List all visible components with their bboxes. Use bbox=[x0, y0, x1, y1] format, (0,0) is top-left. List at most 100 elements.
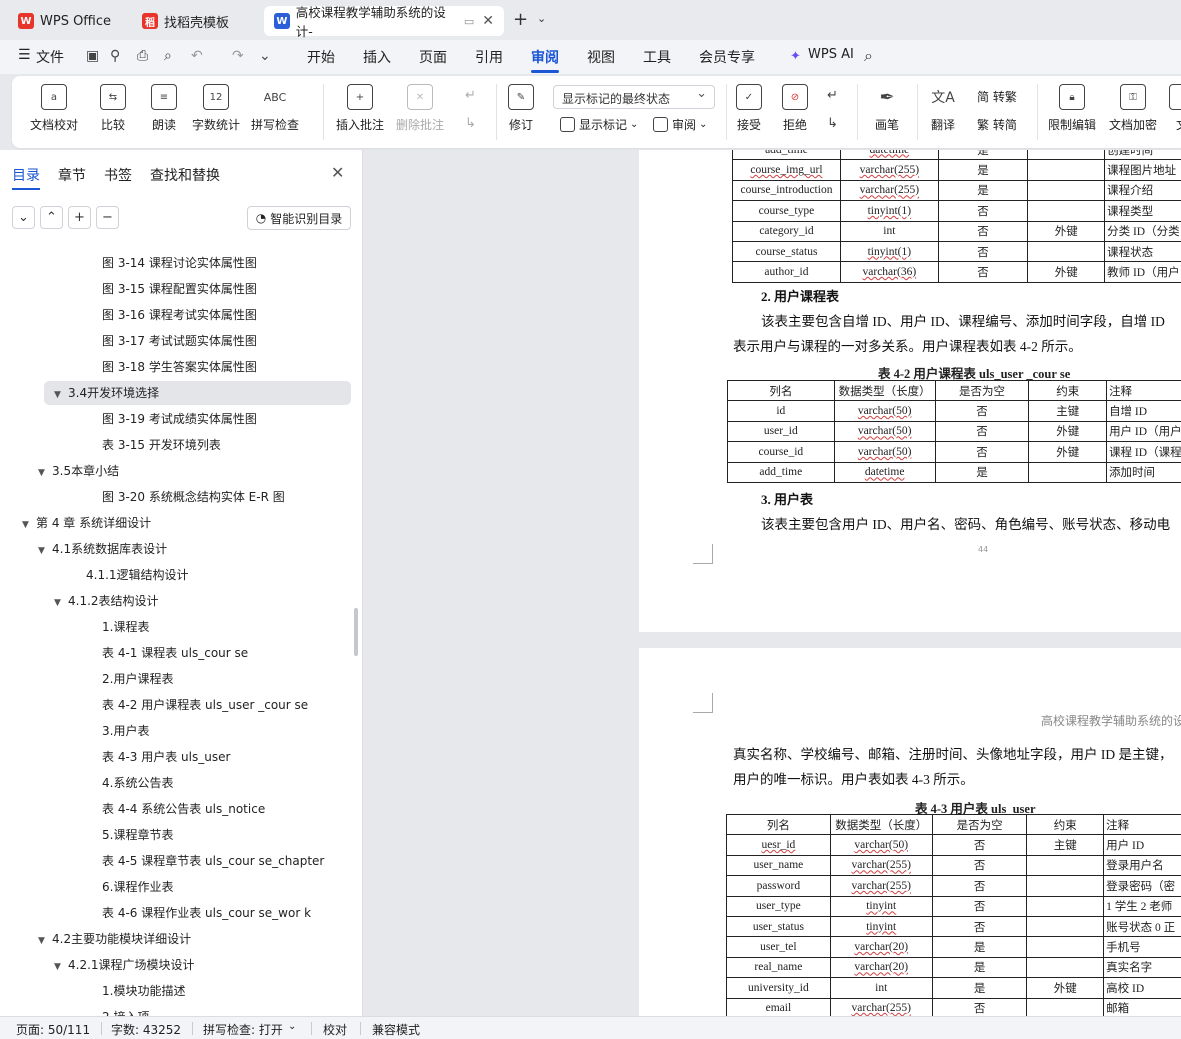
search-icon[interactable]: ⌕ bbox=[864, 46, 873, 66]
print-preview-icon[interactable]: ⌕ bbox=[164, 48, 172, 64]
save-icon[interactable]: ▣ bbox=[86, 48, 99, 64]
menu-page[interactable]: 页面 bbox=[419, 47, 447, 67]
markup-state-select[interactable]: 显示标记的最终状态 bbox=[553, 85, 715, 109]
page-indicator[interactable]: 页面: 50/111 bbox=[16, 1021, 90, 1038]
menu-membership[interactable]: 会员专享 bbox=[699, 47, 755, 67]
add-heading-button[interactable]: + bbox=[68, 206, 91, 229]
scrollbar[interactable] bbox=[354, 608, 358, 656]
toc-item[interactable]: ▼ 3.4开发环境选择 bbox=[44, 381, 351, 405]
tab-wps-office[interactable]: W WPS Office bbox=[8, 6, 123, 36]
toc-item[interactable]: 1.模块功能描述 bbox=[102, 979, 185, 1003]
close-icon[interactable]: ✕ bbox=[331, 163, 344, 182]
menu-tools[interactable]: 工具 bbox=[643, 47, 671, 67]
chevron-down-icon[interactable]: ⌄ bbox=[288, 1021, 296, 1032]
toc-item[interactable]: 图 3-14 课程讨论实体属性图 bbox=[102, 251, 257, 275]
toc-item[interactable]: ▼ 3.5本章小结 bbox=[38, 459, 119, 483]
toc-item[interactable]: 1.课程表 bbox=[102, 615, 149, 639]
toc-item[interactable]: 5.课程章节表 bbox=[102, 823, 173, 847]
tab-toc[interactable]: 目录 bbox=[12, 165, 40, 190]
toc-item[interactable]: 表 4-1 课程表 uls_cour se bbox=[102, 641, 248, 665]
expand-arrow-icon[interactable]: ▼ bbox=[54, 955, 68, 979]
menu-wps-ai[interactable]: WPS AI bbox=[808, 47, 854, 62]
toc-item[interactable]: 表 3-15 开发环境列表 bbox=[102, 433, 221, 457]
prev-comment-icon[interactable]: ↵ bbox=[465, 88, 476, 103]
share-icon[interactable]: ⚲ bbox=[110, 48, 120, 64]
insert-comment-button[interactable]: + 插入批注 bbox=[336, 84, 384, 133]
toc-item[interactable]: ▼ 第 4 章 系统详细设计 bbox=[22, 511, 151, 535]
tab-templates[interactable]: 稻 找稻壳模板 bbox=[132, 6, 260, 36]
toc-item[interactable]: 表 4-3 用户表 uls_user bbox=[102, 745, 230, 769]
spell-check-button[interactable]: ABC 拼写检查 bbox=[251, 84, 299, 133]
expand-arrow-icon[interactable]: ▼ bbox=[38, 461, 52, 485]
toc-item[interactable]: 图 3-20 系统概念结构实体 E-R 图 bbox=[102, 485, 285, 509]
hamburger-icon[interactable]: ☰ bbox=[18, 47, 31, 63]
compare-button[interactable]: ⇆ 比较 bbox=[100, 84, 126, 133]
expand-arrow-icon[interactable]: ▼ bbox=[54, 591, 68, 615]
pen-button[interactable]: ✒ 画笔 bbox=[874, 84, 900, 133]
toc-item[interactable]: 图 3-17 考试试题实体属性图 bbox=[102, 329, 257, 353]
toc-item[interactable]: 图 3-18 学生答案实体属性图 bbox=[102, 355, 257, 379]
toc-item[interactable]: 表 4-5 课程章节表 uls_cour se_chapter bbox=[102, 849, 324, 873]
expand-arrow-icon[interactable]: ▼ bbox=[54, 383, 68, 407]
reject-button[interactable]: ⊘ 拒绝 bbox=[782, 84, 808, 133]
menu-review[interactable]: 审阅 bbox=[531, 47, 559, 73]
menu-file[interactable]: 文件 bbox=[36, 47, 64, 67]
delete-comment-button[interactable]: ✕ 删除批注 bbox=[396, 84, 444, 133]
review-pane-button[interactable]: 审阅 ⌄ bbox=[653, 116, 707, 133]
print-icon[interactable]: ⎙ bbox=[137, 48, 148, 64]
read-aloud-button[interactable]: ≡ 朗读 bbox=[151, 84, 177, 133]
next-comment-icon[interactable]: ↳ bbox=[465, 116, 476, 131]
more-button[interactable]: 文 bbox=[1169, 84, 1181, 133]
toc-item[interactable]: 4.系统公告表 bbox=[102, 771, 173, 795]
toc-item[interactable]: 表 4-2 用户课程表 uls_user _cour se bbox=[102, 693, 308, 717]
menu-insert[interactable]: 插入 bbox=[363, 47, 391, 67]
toc-item[interactable]: 图 3-19 考试成绩实体属性图 bbox=[102, 407, 257, 431]
tab-document[interactable]: W 高校课程教学辅助系统的设计- ▭ ✕ bbox=[264, 5, 504, 39]
undo-icon[interactable]: ↶ bbox=[191, 48, 203, 64]
collapse-down-button[interactable]: ⌄ bbox=[12, 206, 35, 229]
collapse-up-button[interactable]: ⌃ bbox=[40, 206, 63, 229]
toc-item[interactable]: 6.课程作业表 bbox=[102, 875, 173, 899]
show-markup-button[interactable]: 显示标记 ⌄ bbox=[560, 116, 638, 133]
translate-button[interactable]: 文A 翻译 bbox=[930, 84, 956, 133]
menu-view[interactable]: 视图 bbox=[587, 47, 615, 67]
expand-arrow-icon[interactable]: ▼ bbox=[22, 513, 36, 537]
restrict-edit-button[interactable]: 🔒︎ 限制编辑 bbox=[1048, 84, 1096, 133]
doc-check-button[interactable]: a 文档校对 bbox=[30, 84, 78, 133]
toc-item[interactable]: 表 4-6 课程作业表 uls_cour se_wor k bbox=[102, 901, 311, 925]
toc-item[interactable]: 2.用户课程表 bbox=[102, 667, 173, 691]
toc-item[interactable]: ▼ 4.1系统数据库表设计 bbox=[38, 537, 167, 561]
proofread-status[interactable]: 校对 bbox=[323, 1021, 347, 1038]
to-simplified-button[interactable]: 繁 转简 bbox=[977, 116, 1017, 133]
expand-arrow-icon[interactable]: ▼ bbox=[38, 929, 52, 953]
tab-list-chevron-icon[interactable]: ⌄ bbox=[537, 12, 546, 25]
accept-button[interactable]: ✓ 接受 bbox=[736, 84, 762, 133]
close-tab-icon[interactable]: ✕ bbox=[482, 13, 494, 29]
spell-check-status[interactable]: 拼写检查: 打开 bbox=[203, 1021, 283, 1038]
quick-access-chevron-icon[interactable]: ⌄ bbox=[259, 48, 271, 64]
tab-find-replace[interactable]: 查找和替换 bbox=[150, 165, 220, 185]
smart-toc-button[interactable]: ◔ 智能识别目录 bbox=[247, 206, 351, 230]
new-tab-icon[interactable]: + bbox=[513, 9, 528, 30]
prev-change-icon[interactable]: ↵ bbox=[827, 88, 838, 103]
next-change-icon[interactable]: ↳ bbox=[827, 116, 838, 131]
word-count[interactable]: 字数: 43252 bbox=[111, 1021, 181, 1038]
redo-icon[interactable]: ↷ bbox=[232, 48, 244, 64]
toc-item[interactable]: ▼ 4.2主要功能模块详细设计 bbox=[38, 927, 191, 951]
tab-bookmarks[interactable]: 书签 bbox=[104, 165, 132, 185]
toc-item[interactable]: 4.1.1逻辑结构设计 bbox=[86, 563, 189, 587]
toc-item[interactable]: ▼ 4.2.1课程广场模块设计 bbox=[54, 953, 195, 977]
remove-heading-button[interactable]: − bbox=[96, 206, 119, 229]
encrypt-button[interactable]: ⚿ 文档加密 bbox=[1109, 84, 1157, 133]
toc-item[interactable]: 图 3-16 课程考试实体属性图 bbox=[102, 303, 257, 327]
menu-home[interactable]: 开始 bbox=[307, 47, 335, 67]
toc-item[interactable]: ▼ 4.1.2表结构设计 bbox=[54, 589, 159, 613]
toc-item[interactable]: 3.用户表 bbox=[102, 719, 149, 743]
to-traditional-button[interactable]: 简 转繁 bbox=[977, 88, 1017, 105]
word-count-button[interactable]: 12 字数统计 bbox=[192, 84, 240, 133]
expand-arrow-icon[interactable]: ▼ bbox=[38, 539, 52, 563]
toc-item[interactable]: 表 4-4 系统公告表 uls_notice bbox=[102, 797, 265, 821]
menu-references[interactable]: 引用 bbox=[475, 47, 503, 67]
tab-chapters[interactable]: 章节 bbox=[58, 165, 86, 185]
toc-item[interactable]: 图 3-15 课程配置实体属性图 bbox=[102, 277, 257, 301]
